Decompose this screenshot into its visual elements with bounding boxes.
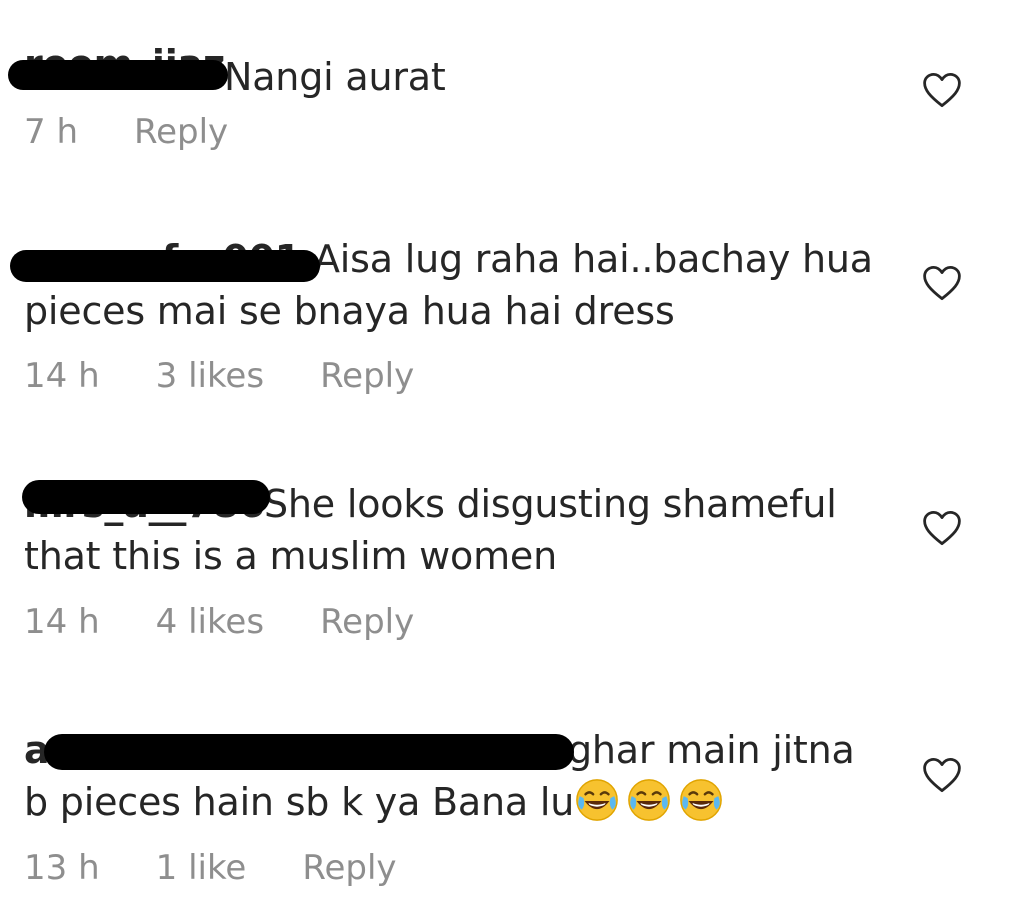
comment-likes[interactable]: 1 like [156, 848, 247, 888]
comment-likes[interactable]: 4 likes [156, 602, 264, 642]
comment-text: Nangi aurat [224, 55, 446, 99]
reply-button[interactable]: Reply [320, 602, 414, 642]
face-with-tears-of-joy-emoji [574, 777, 620, 823]
heart-icon[interactable] [921, 263, 963, 303]
comment-timestamp: 14 h [24, 602, 100, 642]
reply-button[interactable]: Reply [134, 112, 228, 152]
comment-timestamp: 7 h [24, 112, 78, 152]
heart-icon[interactable] [921, 70, 963, 110]
heart-icon[interactable] [921, 755, 963, 795]
redaction-mark [22, 480, 270, 514]
comment-timestamp: 14 h [24, 356, 100, 396]
comment-meta: 13 h 1 like Reply [24, 848, 453, 888]
redaction-mark [8, 60, 228, 90]
face-with-tears-of-joy-emoji [626, 777, 672, 823]
comment-timestamp: 13 h [24, 848, 100, 888]
face-with-tears-of-joy-emoji [678, 777, 724, 823]
heart-icon[interactable] [921, 508, 963, 548]
reply-button[interactable]: Reply [302, 848, 396, 888]
comment-meta: 14 h 3 likes Reply [24, 356, 470, 396]
redaction-mark [44, 734, 574, 770]
reply-button[interactable]: Reply [320, 356, 414, 396]
comment-likes[interactable]: 3 likes [156, 356, 264, 396]
redaction-mark [10, 250, 320, 282]
comment-meta: 7 h Reply [24, 112, 284, 152]
comment-meta: 14 h 4 likes Reply [24, 602, 470, 642]
comment-body: sana__fa_001Aisa lug raha hai..bachay hu… [24, 233, 884, 337]
